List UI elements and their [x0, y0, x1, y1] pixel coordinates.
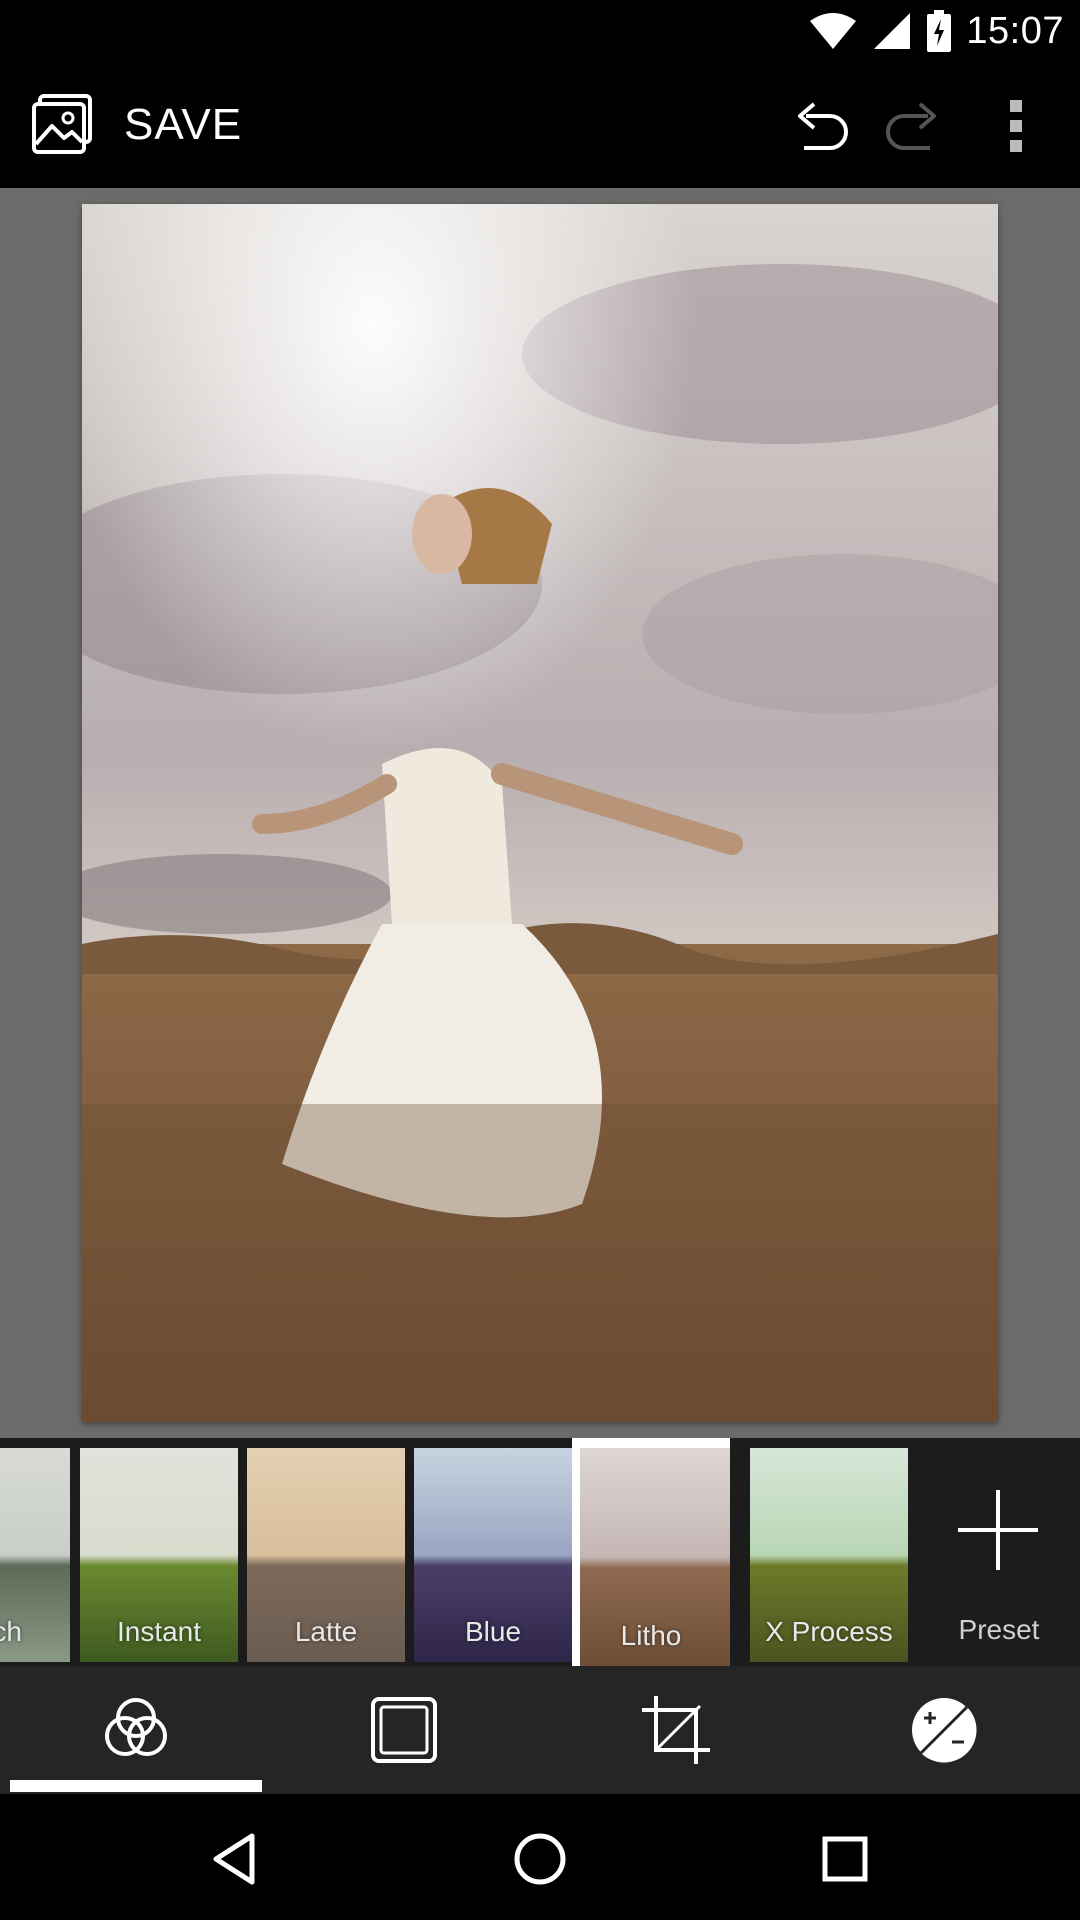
battery-icon — [927, 10, 952, 52]
frame-icon — [371, 1697, 437, 1763]
status-time: 15:07 — [966, 9, 1064, 52]
status-icons: 15:07 — [808, 8, 1064, 54]
undo-button[interactable] — [790, 96, 854, 156]
preset-button[interactable]: Preset — [918, 1438, 1080, 1666]
more-vert-icon — [1010, 100, 1022, 152]
home-icon — [514, 1833, 566, 1885]
redo-button[interactable] — [880, 96, 944, 156]
frames-tool-button[interactable] — [364, 1690, 444, 1770]
filter-thumb-bleach[interactable]: ach — [0, 1448, 70, 1662]
gallery-button[interactable] — [30, 92, 94, 156]
filter-label: ach — [0, 1616, 22, 1647]
filter-label: Litho — [620, 1620, 682, 1651]
filters-icon — [105, 1698, 167, 1756]
save-button[interactable]: SAVE — [124, 100, 242, 150]
recents-icon — [822, 1836, 868, 1882]
preset-label: Preset — [958, 1614, 1040, 1645]
redo-icon — [886, 102, 936, 150]
system-nav-bar — [0, 1794, 1080, 1920]
home-button[interactable] — [505, 1824, 575, 1894]
undo-icon — [798, 102, 848, 150]
filter-thumb-litho[interactable]: Litho — [572, 1438, 730, 1666]
overflow-menu-button[interactable] — [996, 98, 1036, 154]
editor-tools-bar — [0, 1666, 1080, 1794]
filter-thumb-x-process[interactable]: X Process — [750, 1448, 908, 1662]
crop-icon — [642, 1696, 710, 1764]
filter-thumb-instant[interactable]: Instant — [80, 1448, 238, 1662]
plus-icon — [958, 1490, 1038, 1570]
filter-label: Blue — [464, 1616, 522, 1647]
filter-thumb-blue[interactable]: Blue — [414, 1448, 572, 1662]
status-bar: 15:07 — [0, 0, 1080, 62]
recents-button[interactable] — [810, 1824, 880, 1894]
active-tool-indicator — [10, 1780, 262, 1792]
filter-thumb-latte[interactable]: Latte — [247, 1448, 405, 1662]
wifi-icon — [810, 13, 857, 49]
filter-label: X Process — [765, 1616, 893, 1647]
exposure-icon — [912, 1698, 977, 1763]
filters-tool-button[interactable] — [96, 1690, 176, 1770]
edited-photo[interactable] — [82, 204, 998, 1422]
back-button[interactable] — [200, 1824, 270, 1894]
photo-canvas — [0, 188, 1080, 1438]
top-toolbar: SAVE — [0, 62, 1080, 188]
image-icon — [32, 94, 92, 154]
filter-strip: ach Instant Latte Blue Litho X Process P… — [0, 1438, 1080, 1666]
filter-label: Instant — [116, 1616, 202, 1647]
crop-tool-button[interactable] — [636, 1690, 716, 1770]
back-icon — [213, 1833, 255, 1885]
filter-label: Latte — [294, 1616, 358, 1647]
signal-icon — [874, 13, 911, 49]
adjust-tool-button[interactable] — [904, 1690, 984, 1770]
